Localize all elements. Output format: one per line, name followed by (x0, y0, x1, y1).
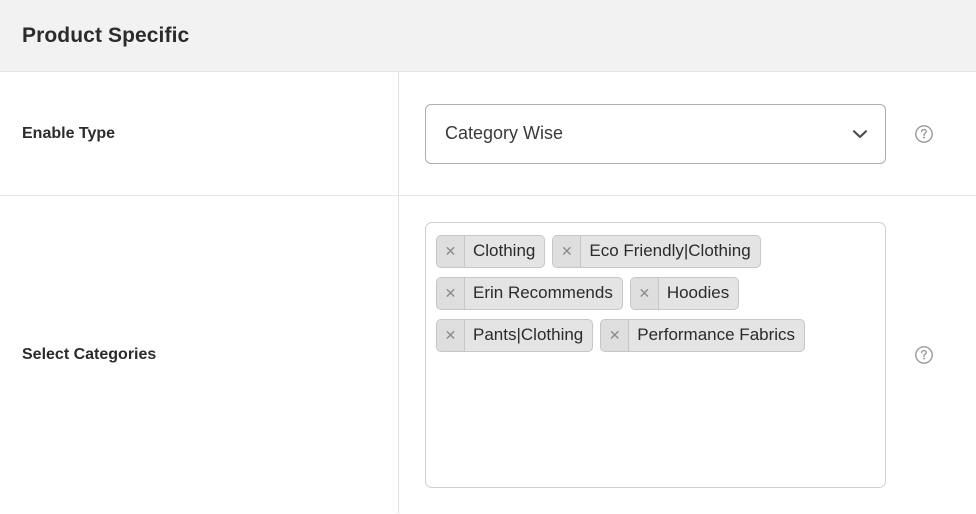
close-icon[interactable]: ✕ (437, 235, 465, 267)
help-circle-icon[interactable] (914, 124, 934, 144)
tag-label: Performance Fabrics (637, 325, 796, 344)
close-icon[interactable]: ✕ (601, 319, 630, 351)
tag-label: Clothing (473, 241, 536, 260)
tag-label: Pants|Clothing (473, 325, 584, 344)
field-control-cell-select-categories: ✕ Clothing ✕ Eco Friendly|Clothing ✕ Eri… (399, 196, 976, 513)
product-specific-panel: Product Specific Enable Type Category Wi… (0, 0, 976, 514)
tag-label: Erin Recommends (473, 283, 613, 302)
enable-type-select-wrap: Category Wise (425, 103, 886, 164)
field-label-cell-enable-type: Enable Type (0, 72, 399, 195)
page-title: Product Specific (22, 23, 190, 47)
tag[interactable]: ✕ Hoodies (629, 276, 740, 310)
tag[interactable]: ✕ Pants|Clothing (436, 318, 594, 352)
field-label-select-categories: Select Categories (22, 345, 157, 363)
close-icon[interactable]: ✕ (630, 277, 659, 309)
help-circle-icon[interactable] (914, 345, 934, 365)
enable-type-selected-value: Category Wise (445, 123, 564, 143)
tag[interactable]: ✕ Eco Friendly|Clothing (552, 234, 761, 268)
section-header: Product Specific (0, 0, 976, 72)
tag[interactable]: ✕ Erin Recommends (436, 276, 623, 310)
tag-label: Eco Friendly|Clothing (589, 241, 751, 260)
close-icon[interactable]: ✕ (437, 277, 465, 309)
field-label-enable-type: Enable Type (22, 124, 116, 142)
close-icon[interactable]: ✕ (437, 319, 465, 351)
field-label-cell-select-categories: Select Categories (0, 196, 399, 513)
tag[interactable]: ✕ Clothing (436, 234, 546, 268)
select-categories-multiselect[interactable]: ✕ Clothing ✕ Eco Friendly|Clothing ✕ Eri… (425, 221, 886, 488)
field-control-cell-enable-type: Category Wise (399, 72, 976, 195)
field-row-select-categories: Select Categories ✕ Clothing ✕ Eco Frien… (0, 196, 976, 513)
tag[interactable]: ✕ Performance Fabrics (600, 318, 806, 352)
close-icon[interactable]: ✕ (553, 235, 582, 267)
tag-label: Hoodies (666, 283, 730, 302)
field-row-enable-type: Enable Type Category Wise (0, 72, 976, 196)
enable-type-select[interactable]: Category Wise (425, 103, 886, 164)
